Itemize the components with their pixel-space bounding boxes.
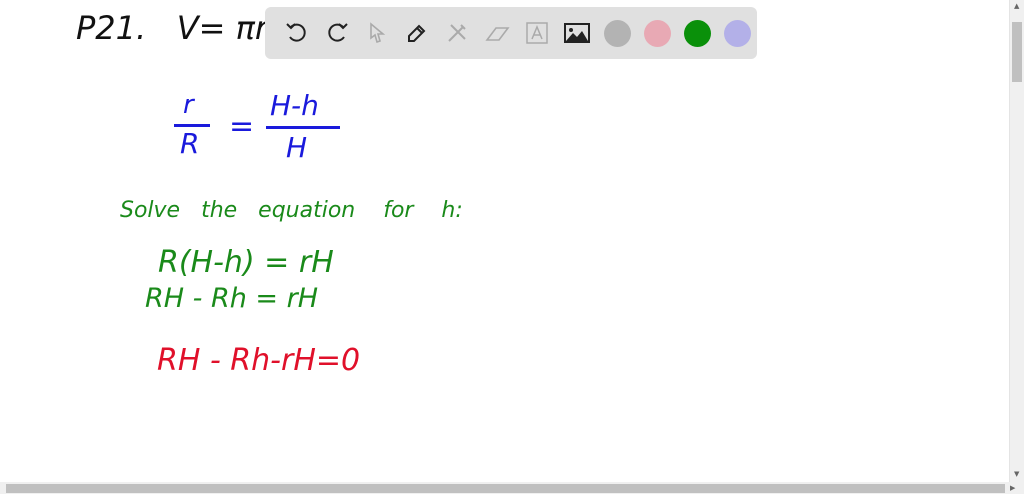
scroll-up-arrow-icon[interactable]: ▲ [1014, 2, 1019, 10]
text-icon[interactable] [517, 13, 557, 53]
select-icon[interactable] [357, 13, 397, 53]
color-lavender[interactable] [717, 13, 757, 53]
drawing-toolbar [265, 7, 757, 59]
whiteboard-canvas[interactable]: P21. V= πr r R = H-h H Solve the equatio… [0, 0, 1009, 482]
fraction-r-numerator: r [183, 90, 194, 120]
fraction-bar-right [266, 126, 340, 129]
fraction-R-denominator: R [180, 127, 200, 160]
step-3: RH - Rh-rH=0 [157, 343, 361, 378]
equals-sign: = [229, 109, 255, 144]
color-green[interactable] [677, 13, 717, 53]
undo-icon[interactable] [277, 13, 317, 53]
problem-label: P21. V= πr [76, 9, 268, 47]
vertical-scroll-thumb[interactable] [1012, 22, 1022, 82]
scroll-down-arrow-icon[interactable]: ▼ [1014, 470, 1019, 478]
horizontal-scroll-thumb[interactable] [6, 484, 1005, 493]
scroll-right-arrow-icon[interactable]: ▶ [1010, 484, 1015, 492]
redo-icon[interactable] [317, 13, 357, 53]
vertical-scrollbar[interactable]: ▲ ▼ [1009, 0, 1024, 482]
step-2: RH - Rh = rH [145, 283, 319, 314]
color-pink[interactable] [637, 13, 677, 53]
fraction-right-denominator: H [286, 131, 308, 164]
eraser-icon[interactable] [477, 13, 517, 53]
image-icon[interactable] [557, 13, 597, 53]
horizontal-scrollbar[interactable]: ▶ [0, 482, 1024, 494]
fraction-right-numerator: H-h [270, 89, 319, 122]
solve-instruction: Solve the equation for h: [120, 198, 463, 223]
step-1: R(H-h) = rH [158, 245, 334, 280]
pen-icon[interactable] [397, 13, 437, 53]
color-gray[interactable] [597, 13, 637, 53]
tools-icon[interactable] [437, 13, 477, 53]
